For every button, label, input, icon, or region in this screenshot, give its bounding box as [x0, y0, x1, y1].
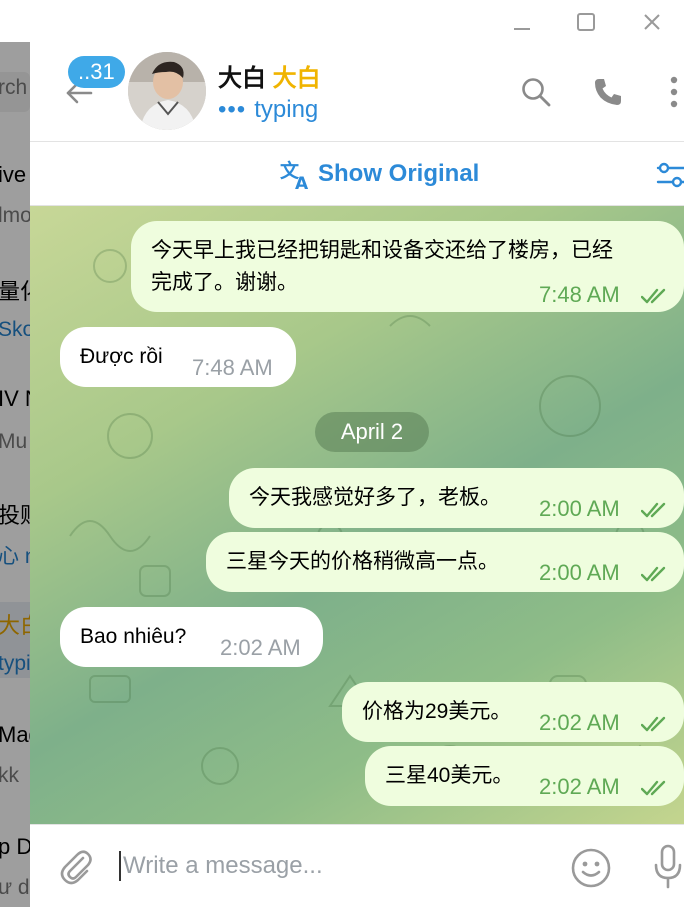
chat-header: ..31 大白 大白 ••• typing — [30, 42, 684, 142]
minimize-icon — [514, 28, 530, 30]
phone-icon — [595, 79, 621, 105]
message-bubble-incoming[interactable]: Được rồi 7:48 AM — [60, 327, 296, 387]
avatar[interactable] — [128, 52, 206, 130]
message-bubble-outgoing[interactable]: 今天我感觉好多了，老板。 2:00 AM — [229, 468, 684, 528]
sliders-icon[interactable] — [654, 158, 684, 192]
contact-name-emoji: 大白 — [272, 65, 321, 92]
text-caret — [119, 851, 121, 881]
message-text: 今天早上我已经把钥匙和设备交还给了楼房，已经 — [151, 239, 613, 262]
message-input[interactable] — [123, 847, 543, 885]
contact-name-text: 大白 — [218, 65, 266, 92]
message-bubble-outgoing[interactable]: 三星今天的价格稍微高一点。 2:00 AM — [206, 532, 684, 592]
close-window-button[interactable] — [638, 8, 666, 36]
message-text: 三星今天的价格稍微高一点。 — [226, 550, 499, 573]
message-time: 2:00 AM — [539, 560, 620, 585]
message-time: 2:00 AM — [539, 496, 620, 521]
message-text: Được rồi — [80, 345, 163, 368]
close-icon — [644, 14, 660, 30]
show-original-button[interactable]: 文 A Show Original — [278, 156, 479, 192]
message-time: 2:02 AM — [539, 710, 620, 735]
message-text: Bao nhiêu? — [80, 625, 187, 648]
message-time: 2:02 AM — [539, 774, 620, 799]
modal-overlay-dim[interactable] — [0, 42, 30, 907]
typing-indicator-icon: ••• — [218, 96, 247, 123]
message-time: 7:48 AM — [539, 282, 620, 307]
maximize-icon — [577, 13, 595, 31]
paperclip-icon[interactable] — [56, 847, 96, 887]
search-button[interactable] — [518, 74, 554, 110]
svg-text:A: A — [295, 174, 309, 191]
maximize-window-button[interactable] — [572, 8, 600, 36]
double-check-icon — [641, 780, 666, 796]
double-check-icon — [641, 716, 666, 732]
message-bubble-outgoing[interactable]: 价格为29美元。 2:02 AM — [342, 682, 684, 742]
double-check-icon — [641, 288, 666, 304]
message-bubble-outgoing[interactable]: 今天早上我已经把钥匙和设备交还给了楼房，已经 完成了。谢谢。 7:48 AM — [131, 221, 684, 312]
show-original-label: Show Original — [318, 160, 480, 187]
date-separator: April 2 — [315, 412, 429, 452]
message-text: 三星40美元。 — [385, 764, 514, 787]
message-list[interactable]: 今天早上我已经把钥匙和设备交还给了楼房，已经 完成了。谢谢。 7:48 AM Đ… — [30, 206, 684, 824]
typing-status: ••• typing — [218, 96, 318, 124]
message-text: 今天我感觉好多了，老板。 — [249, 486, 501, 509]
message-time: 2:02 AM — [220, 635, 301, 660]
search-icon — [522, 78, 551, 107]
unread-count-badge: ..31 — [68, 56, 125, 88]
translate-icon: 文 A — [280, 159, 309, 191]
message-text: 价格为29美元。 — [362, 700, 512, 723]
microphone-icon[interactable] — [652, 843, 684, 891]
profile-photo-icon — [128, 52, 206, 130]
message-bubble-outgoing[interactable]: 三星40美元。 2:02 AM — [365, 746, 684, 806]
more-options-button[interactable] — [656, 74, 684, 110]
double-check-icon — [641, 502, 666, 518]
message-bubble-incoming[interactable]: Bao nhiêu? 2:02 AM — [60, 607, 323, 667]
window-titlebar — [0, 0, 684, 42]
minimize-window-button[interactable] — [508, 8, 536, 36]
contact-name[interactable]: 大白 大白 — [218, 58, 321, 93]
double-check-icon — [641, 566, 666, 582]
message-text: 完成了。谢谢。 — [151, 271, 298, 294]
call-button[interactable] — [590, 74, 626, 110]
message-composer — [30, 824, 684, 907]
typing-status-text: typing — [254, 96, 319, 123]
message-time: 7:48 AM — [192, 355, 273, 380]
more-vertical-icon — [670, 76, 678, 108]
emoji-icon[interactable] — [570, 847, 612, 889]
translate-bar: 文 A Show Original — [30, 142, 684, 206]
